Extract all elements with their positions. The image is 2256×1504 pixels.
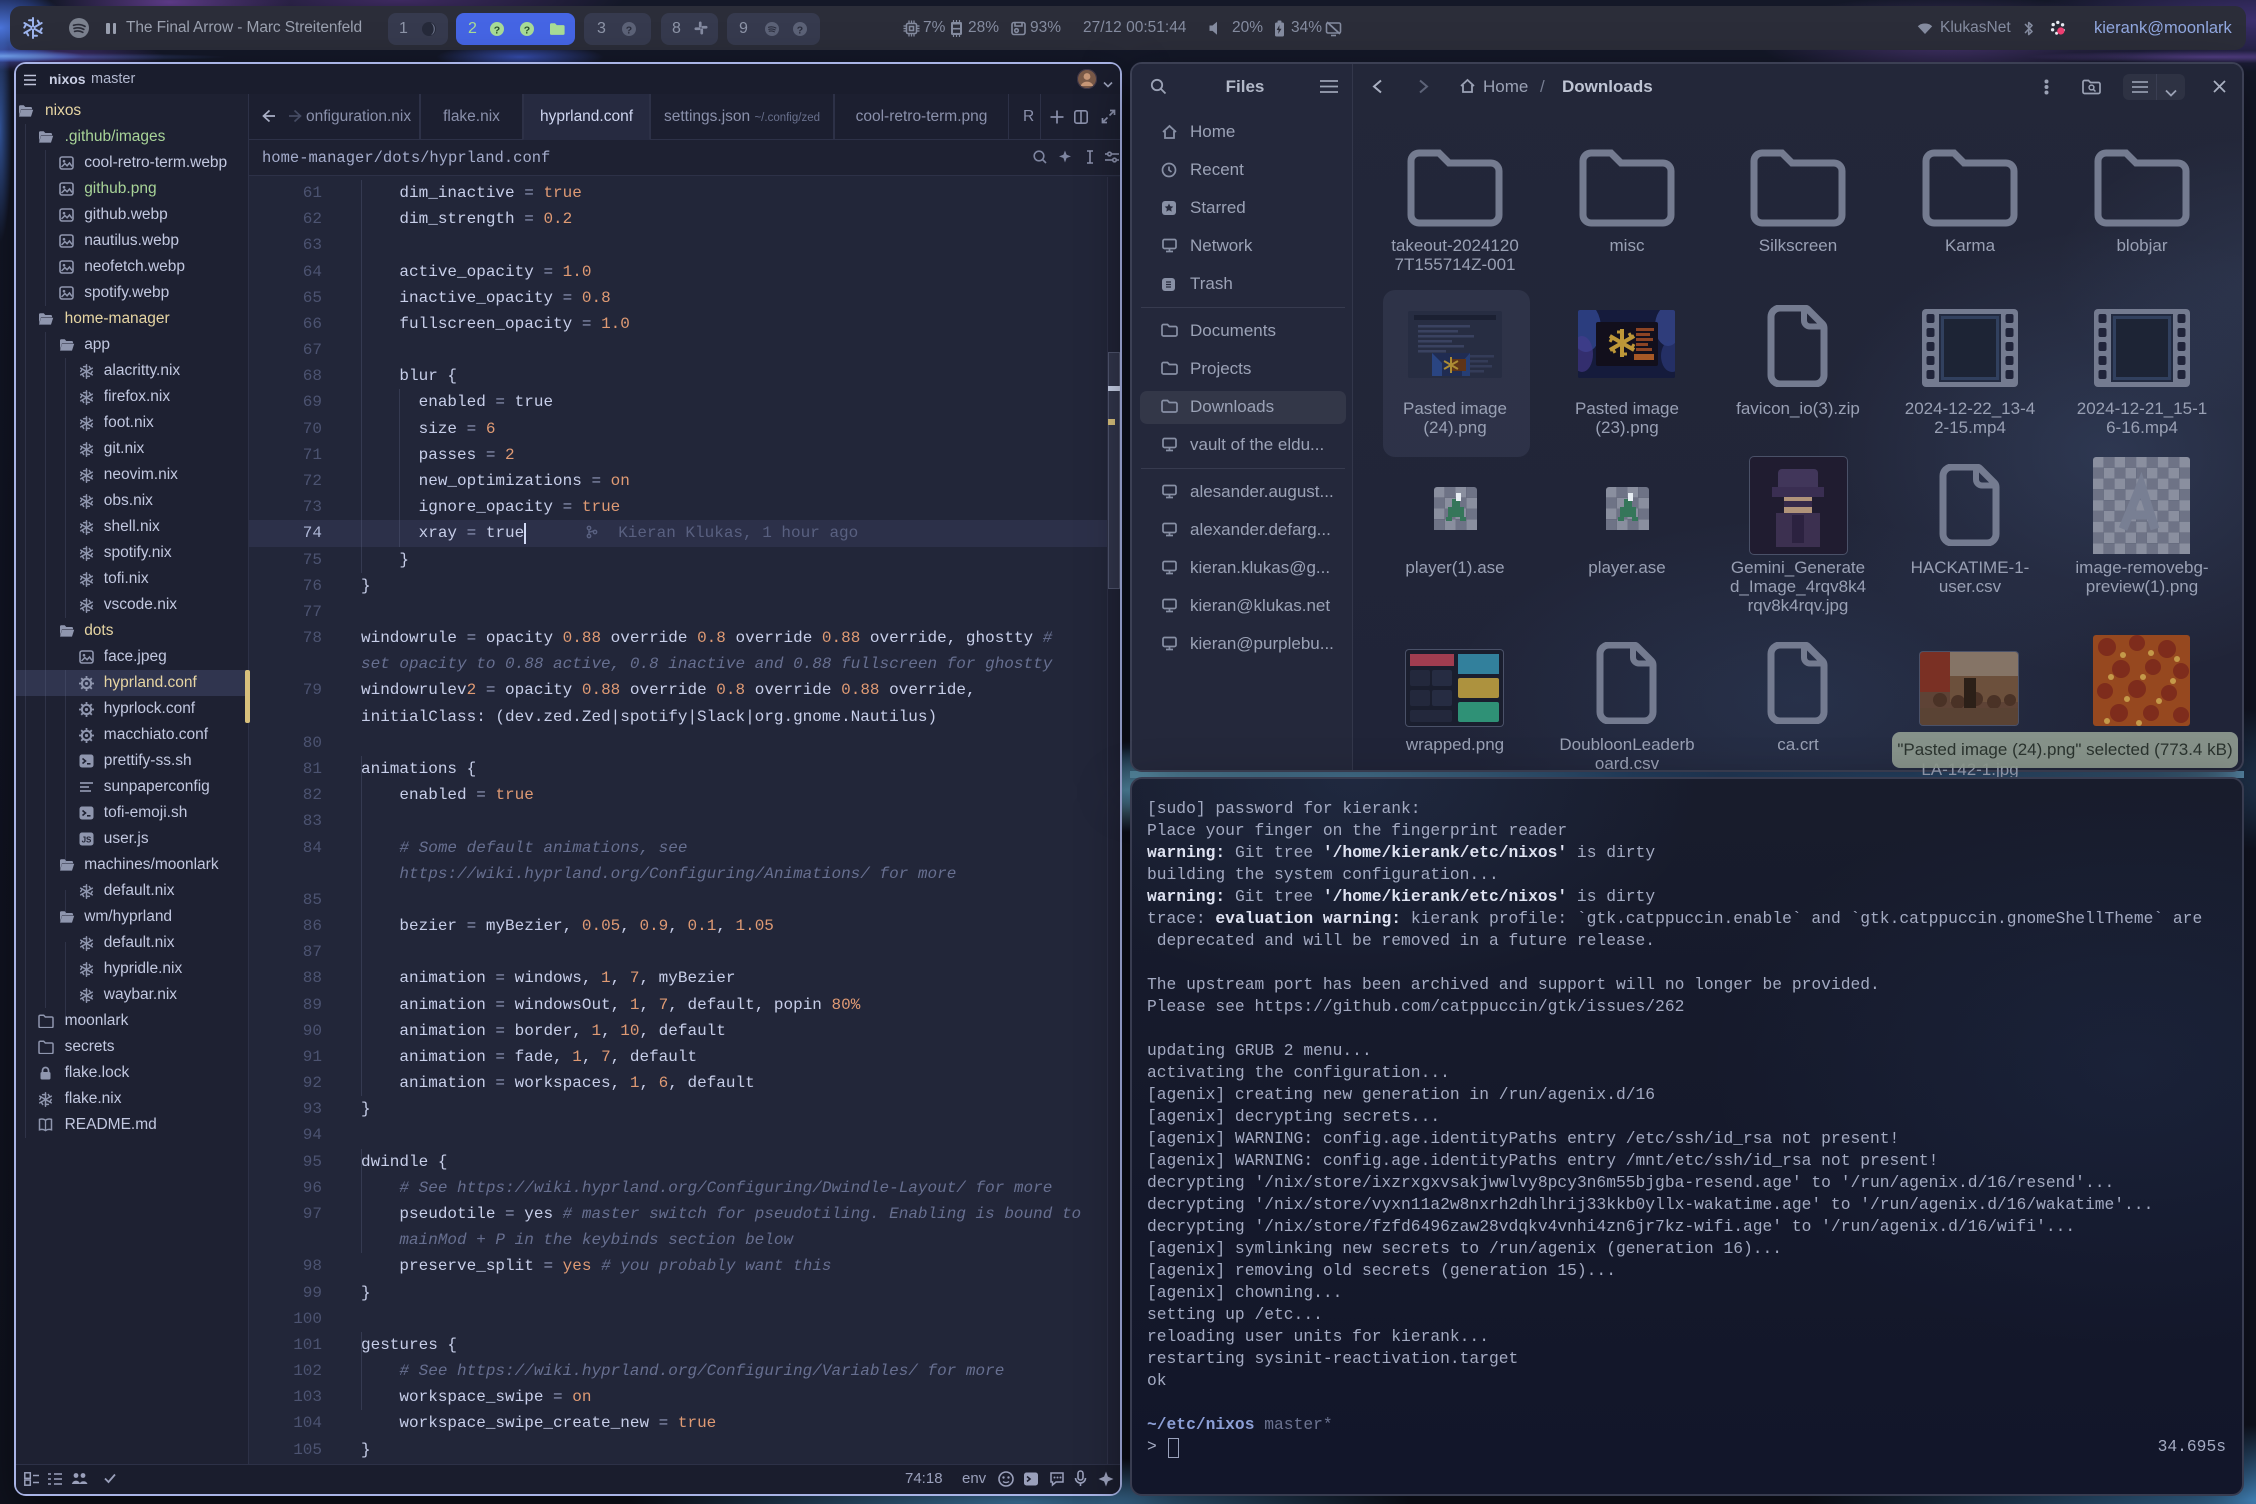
svg-text:?: ? <box>494 25 500 36</box>
svg-text:?: ? <box>797 25 803 36</box>
svg-text:?: ? <box>626 25 632 36</box>
svg-text:JS: JS <box>81 836 91 845</box>
svg-text:?: ? <box>524 25 530 36</box>
